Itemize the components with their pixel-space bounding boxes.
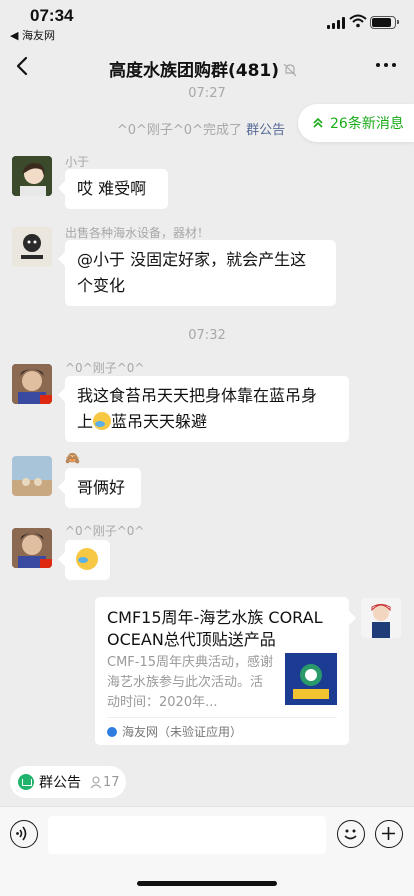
message-text: 蓝吊天天躲避 [111,412,208,431]
group-announcement-chip[interactable]: 群公告 17 [10,766,126,798]
sender-name: 小于 [65,155,90,169]
clock: 07:34 [30,6,74,25]
flag-icon [40,559,52,568]
people-icon [90,776,102,789]
avatar[interactable] [12,227,52,267]
avatar[interactable] [12,364,52,404]
crying-emoji-icon [93,412,112,430]
avatar[interactable] [12,528,52,568]
mute-bell-icon [283,63,297,77]
battery-icon [370,16,399,29]
crying-emoji-icon [76,548,98,570]
message-input[interactable] [48,816,326,854]
signal-icon [327,17,345,29]
message-line: @小于 没固定好家，就会产生这 [77,250,307,269]
card-source: 海友网（未验证应用） [107,717,337,745]
read-count: 17 [89,775,120,790]
sender-name: 🙈 [65,451,80,465]
timestamp: 07:27 [188,86,226,101]
message-bubble[interactable] [65,540,110,580]
emoji-face-icon[interactable] [337,820,365,848]
card-description: CMF-15周年庆典活动，感谢海艺水族参与此次活动。活动时间：2020年... [107,655,273,710]
message-line-2: 上蓝吊天天躲避 [77,409,337,435]
link-card[interactable]: CMF15周年-海艺水族 CORAL OCEAN总代顶贴送产品 CMF-15周年… [95,597,349,745]
announcement-icon [18,774,34,790]
wifi-icon [349,14,367,28]
timestamp: 07:32 [188,328,226,343]
message-bubble[interactable]: 哎 难受啊 [65,169,168,209]
avatar[interactable] [12,456,52,496]
sender-name: 出售各种海水设备，器材！ [65,226,210,240]
message-bubble[interactable]: 哥俩好 [65,468,141,508]
chat-header: 高度水族团购群(481) [0,44,414,88]
new-messages-button[interactable]: 26条新消息 [298,104,414,142]
avatar[interactable] [361,598,401,638]
home-indicator [137,881,277,886]
status-bar: 07:34 ◀ 海友网 [0,0,414,44]
sender-name: ^0^刚子^0^ [65,361,145,375]
announcement-link[interactable]: 群公告 [246,123,285,138]
app-source-icon [107,726,117,737]
message-bubble[interactable]: @小于 没固定好家，就会产生这 个变化 [65,240,336,306]
card-thumbnail [285,653,337,705]
message-line: 我这食苔吊天天把身体靠在蓝吊身 [77,386,318,405]
new-messages-label: 26条新消息 [330,116,404,132]
back-to-app-link[interactable]: ◀ 海友网 [10,27,55,43]
chat-title-wrap: 高度水族团购群(481) [0,56,414,81]
message-bubble[interactable]: 我这食苔吊天天把身体靠在蓝吊身 上蓝吊天天躲避 [65,376,349,442]
card-source-label: 海友网（未验证应用） [122,725,243,739]
system-notice-text: ^0^刚子^0^完成了 [116,123,242,138]
message-text: 上 [77,412,94,431]
avatar[interactable] [12,156,52,196]
message-line: 个变化 [77,276,126,295]
more-dots-icon[interactable] [376,60,398,70]
plus-icon[interactable] [375,820,403,848]
announcement-chip-label: 群公告 [39,775,81,791]
double-chevron-up-icon [313,117,323,128]
read-count-value: 17 [103,774,120,790]
card-title: CMF15周年-海艺水族 CORAL OCEAN总代顶贴送产品 [107,608,323,649]
voice-icon[interactable] [10,820,38,848]
chat-title: 高度水族团购群(481) [108,61,280,81]
flag-icon [40,395,52,404]
sender-name: ^0^刚子^0^ [65,524,145,538]
